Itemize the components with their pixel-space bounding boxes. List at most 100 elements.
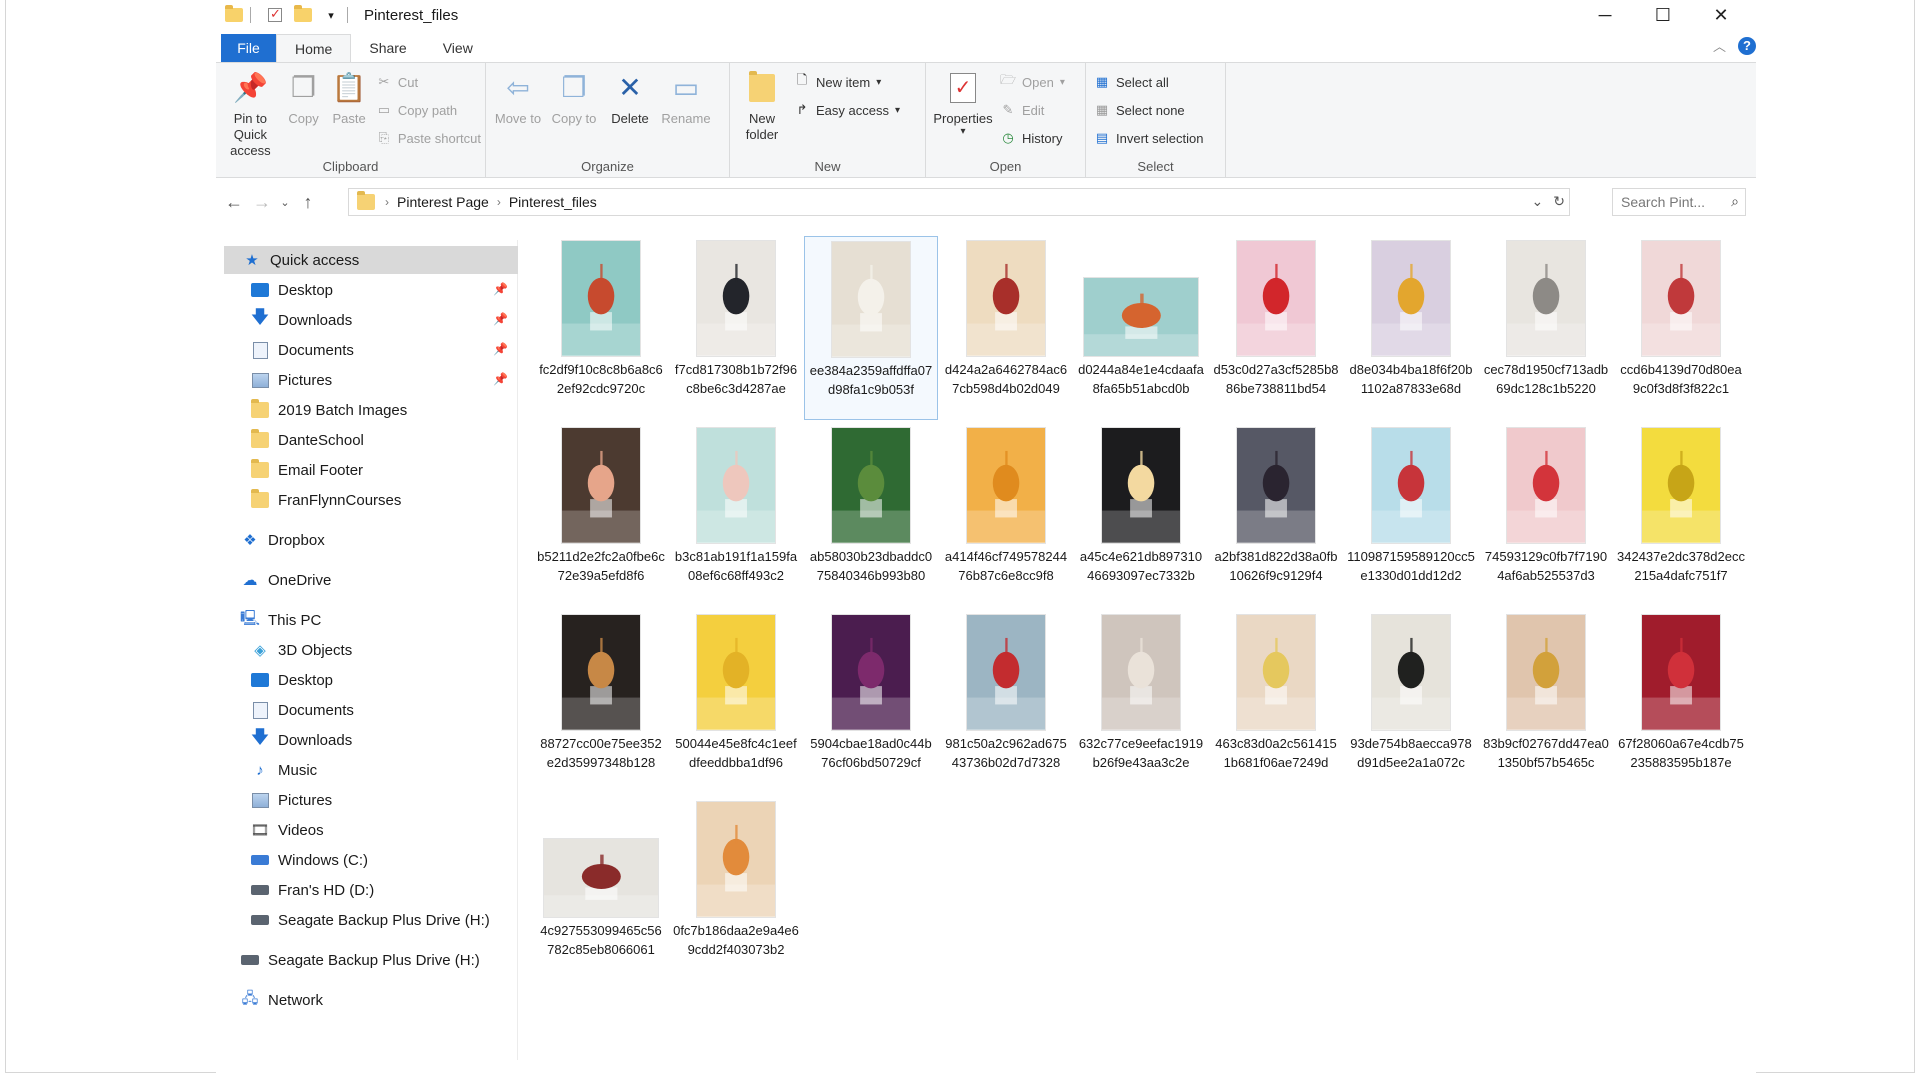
windows-drive-icon	[250, 851, 270, 869]
file-item[interactable]: 83b9cf02767dd47ea01350bf57b5465c	[1479, 610, 1613, 794]
open-button[interactable]: 🗁 Open ▾	[1000, 71, 1065, 93]
file-item[interactable]: 0fc7b186daa2e9a4e69cdd2f403073b2	[669, 797, 803, 981]
file-item[interactable]: 67f28060a67e4cdb75235883595b187e	[1614, 610, 1748, 794]
edit-button[interactable]: ✎ Edit	[1000, 99, 1065, 121]
file-item[interactable]: 981c50a2c962ad67543736b02d7d7328	[939, 610, 1073, 794]
forward-arrow-icon[interactable]: →	[248, 192, 276, 213]
copy-path-button[interactable]: ▭ Copy path	[376, 99, 481, 121]
file-item[interactable]: 342437e2dc378d2ecc215a4dafc751f7	[1614, 423, 1748, 607]
sidebar-item-danteschool[interactable]: DanteSchool	[250, 426, 364, 454]
sidebar-item-email-footer[interactable]: Email Footer	[250, 456, 363, 484]
up-arrow-icon[interactable]: ↑	[294, 192, 322, 213]
open-icon: 🗁	[999, 72, 1017, 87]
address-bar[interactable]: › Pinterest Page › Pinterest_files ⌄ ↻	[348, 188, 1570, 216]
new-item-button[interactable]: 🗋 New item ▾	[794, 71, 900, 93]
chevron-right-icon[interactable]: ›	[497, 195, 501, 209]
sidebar-item-franflynncourses[interactable]: FranFlynnCourses	[250, 486, 401, 514]
file-item[interactable]: 50044e45e8fc4c1eefdfeeddbba1df96	[669, 610, 803, 794]
sidebar-item-seagate-h-pc[interactable]: Seagate Backup Plus Drive (H:)	[250, 906, 490, 934]
breadcrumb-pinterest-files[interactable]: Pinterest_files	[509, 194, 597, 210]
pinned-icon: 📌	[493, 282, 508, 296]
close-button[interactable]: ✕	[1692, 0, 1750, 30]
sidebar-item-frans-hd-d[interactable]: Fran's HD (D:)	[250, 876, 374, 904]
quick-access-toolbar-dropdown-icon[interactable]: ▾	[321, 6, 341, 24]
breadcrumb-pinterest-page[interactable]: Pinterest Page	[397, 194, 489, 210]
history-button[interactable]: ◷ History	[1000, 127, 1065, 149]
file-item[interactable]: d424a2a6462784ac67cb598d4b02d049	[939, 236, 1073, 420]
recent-locations-icon[interactable]: ⌄	[276, 196, 294, 209]
file-item[interactable]: 463c83d0a2c5614151b681f06ae7249d	[1209, 610, 1343, 794]
sidebar-item-pc-desktop[interactable]: Desktop	[250, 666, 333, 694]
sidebar-item-seagate-h[interactable]: Seagate Backup Plus Drive (H:)	[240, 946, 480, 974]
invert-selection-button[interactable]: ▤ Invert selection	[1094, 127, 1204, 149]
tab-home[interactable]: Home	[276, 34, 352, 62]
maximize-button[interactable]: ☐	[1634, 0, 1692, 30]
sidebar-item-3d-objects[interactable]: ◈ 3D Objects	[250, 636, 352, 664]
sidebar-item-network[interactable]: 🖧 Network	[240, 986, 323, 1014]
file-item[interactable]: 5904cbae18ad0c44b76cf06bd50729cf	[804, 610, 938, 794]
sidebar-item-documents[interactable]: Documents 📌	[250, 336, 514, 364]
file-item[interactable]: d0244a84e1e4cdaafa8fa65b51abcd0b	[1074, 236, 1208, 420]
new-folder-quick-icon[interactable]	[293, 5, 313, 24]
file-item[interactable]: ab58030b23dbaddc075840346b993b80	[804, 423, 938, 607]
film-icon: 🎞	[250, 822, 270, 839]
chevron-right-icon[interactable]: ›	[385, 195, 389, 209]
refresh-icon[interactable]: ↻	[1553, 193, 1565, 210]
sidebar-item-pictures[interactable]: Pictures 📌	[250, 366, 514, 394]
minimize-button[interactable]: ─	[1576, 0, 1634, 30]
cut-button[interactable]: ✂ Cut	[376, 71, 481, 93]
sidebar-item-2019-batch-images[interactable]: 2019 Batch Images	[250, 396, 407, 424]
pin-icon: 📌	[232, 72, 268, 103]
tab-view[interactable]: View	[425, 34, 491, 62]
file-item[interactable]: a2bf381d822d38a0fb10626f9c9129f4	[1209, 423, 1343, 607]
sidebar-item-downloads[interactable]: 🡇 Downloads 📌	[250, 306, 514, 334]
file-name: 5904cbae18ad0c44b76cf06bd50729cf	[810, 736, 932, 770]
sidebar-item-this-pc[interactable]: 🖳 This PC	[240, 606, 321, 634]
tab-share[interactable]: Share	[351, 34, 424, 62]
file-item[interactable]: d53c0d27a3cf5285b886be738811bd54	[1209, 236, 1343, 420]
tab-file[interactable]: File	[221, 34, 276, 62]
file-item[interactable]: a45c4e621db89731046693097ec7332b	[1074, 423, 1208, 607]
select-all-button[interactable]: ▦ Select all	[1094, 71, 1203, 93]
file-item[interactable]: 88727cc00e75ee352e2d35997348b128	[534, 610, 668, 794]
file-item[interactable]: 4c927553099465c56782c85eb8066061	[534, 797, 668, 981]
file-item[interactable]: 110987159589120cc5e1330d01dd12d2	[1344, 423, 1478, 607]
search-input[interactable]: Search Pint... ⌕	[1612, 188, 1746, 216]
file-item[interactable]: fc2df9f10c8c8b6a8c62ef92cdc9720c	[534, 236, 668, 420]
sidebar-item-quick-access[interactable]: ★ Quick access	[224, 246, 518, 274]
sidebar-item-music[interactable]: ♪ Music	[250, 756, 317, 784]
file-item[interactable]: a414f46cf74957824476b87c6e8cc9f8	[939, 423, 1073, 607]
sidebar-item-videos[interactable]: 🎞 Videos	[250, 816, 323, 844]
paste-shortcut-button[interactable]: ⎘ Paste shortcut	[376, 127, 481, 149]
sidebar-item-windows-c[interactable]: Windows (C:)	[250, 846, 368, 874]
file-item[interactable]: ee384a2359affdffa07d98fa1c9b053f	[804, 236, 938, 420]
image-thumbnail	[1236, 428, 1316, 543]
thumbnail-frame	[696, 610, 776, 730]
file-name: a45c4e621db89731046693097ec7332b	[1079, 549, 1203, 583]
file-item[interactable]: b5211d2e2fc2a0fbe6c72e39a5efd8f6	[534, 423, 668, 607]
help-icon[interactable]: ?	[1738, 36, 1756, 55]
sidebar-item-pc-pictures[interactable]: Pictures	[250, 786, 332, 814]
back-arrow-icon[interactable]: ←	[220, 192, 248, 213]
file-item[interactable]: b3c81ab191f1a159fa08ef6c68ff493c2	[669, 423, 803, 607]
select-none-button[interactable]: ▦ Select none	[1094, 99, 1203, 121]
sidebar-item-onedrive[interactable]: ☁ OneDrive	[240, 566, 332, 594]
minimize-ribbon-icon[interactable]: ︿	[1713, 36, 1726, 55]
file-item[interactable]: 93de754b8aecca978d91d5ee2a1a072c	[1344, 610, 1478, 794]
thumbnail-frame	[1083, 236, 1199, 356]
file-item[interactable]: d8e034b4ba18f6f20b1102a87833e68d	[1344, 236, 1478, 420]
file-item[interactable]: 632c77ce9eefac1919b26f9e43aa3c2e	[1074, 610, 1208, 794]
file-item[interactable]: f7cd817308b1b72f96c8be6c3d4287ae	[669, 236, 803, 420]
easy-access-button[interactable]: ↱ Easy access ▾	[794, 99, 900, 121]
file-item[interactable]: 74593129c0fb7f71904af6ab525537d3	[1479, 423, 1613, 607]
navigation-pane: ★ Quick access Desktop 📌 🡇 Downloads 📌 D…	[216, 240, 518, 1060]
file-item[interactable]: cec78d1950cf713adb69dc128c1b5220	[1479, 236, 1613, 420]
sidebar-item-dropbox[interactable]: ❖ Dropbox	[240, 526, 324, 554]
file-item[interactable]: ccd6b4139d70d80ea9c0f3d8f3f822c1	[1614, 236, 1748, 420]
sidebar-item-pc-downloads[interactable]: 🡇 Downloads	[250, 726, 352, 754]
chevron-down-icon[interactable]: ⌄	[1532, 193, 1544, 210]
sidebar-item-pc-documents[interactable]: Documents	[250, 696, 354, 724]
sidebar-item-desktop[interactable]: Desktop 📌	[250, 276, 514, 304]
thumbnail-frame	[1236, 610, 1316, 730]
properties-check-icon[interactable]	[265, 6, 285, 24]
